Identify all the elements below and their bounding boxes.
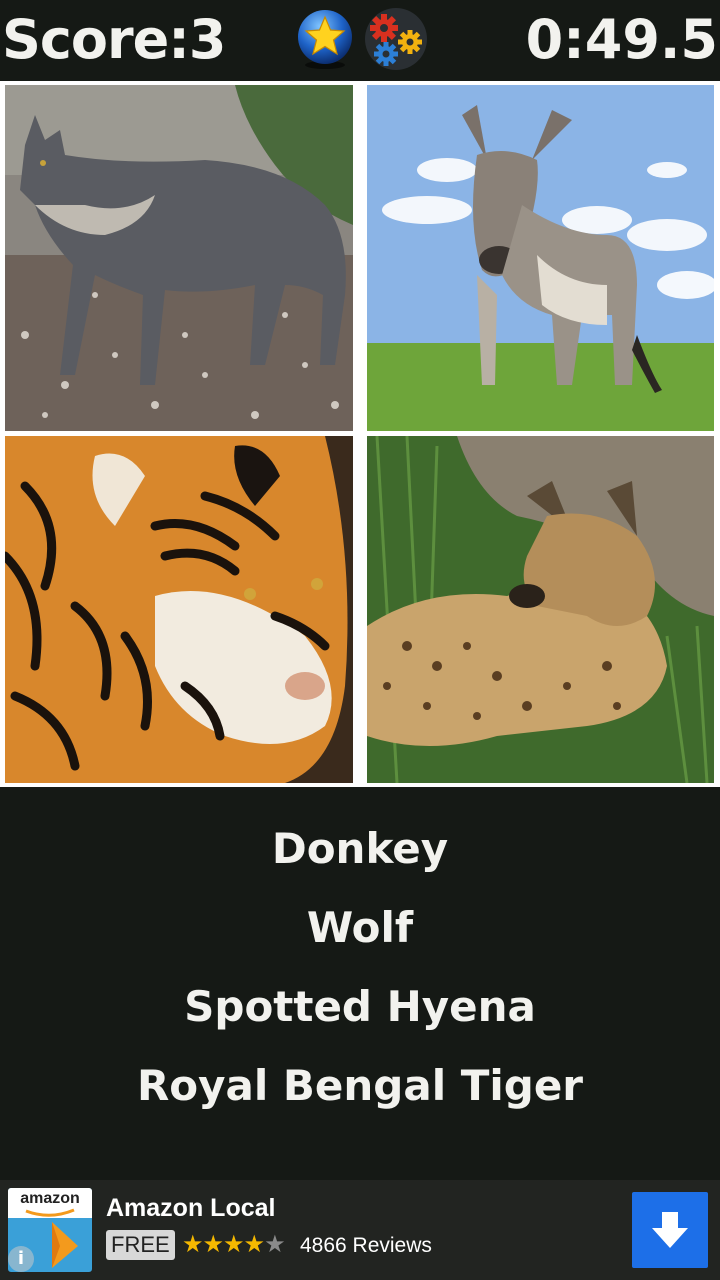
- gears-icon[interactable]: [362, 6, 430, 72]
- star-icon: ★: [223, 1230, 244, 1258]
- top-bar: Score:3 0:49.5: [0, 0, 720, 80]
- ad-title: Amazon Local: [106, 1194, 276, 1222]
- info-icon[interactable]: i: [8, 1246, 34, 1272]
- free-badge: FREE: [106, 1230, 175, 1260]
- donkey-image[interactable]: [367, 85, 714, 431]
- review-count: 4866 Reviews: [300, 1234, 432, 1257]
- score-label: Score:3: [2, 8, 226, 71]
- half-star-icon: ★: [264, 1230, 285, 1258]
- download-arrow-icon: [652, 1212, 688, 1248]
- download-button[interactable]: [632, 1192, 708, 1268]
- answer-option[interactable]: Donkey: [0, 824, 720, 873]
- wolf-image[interactable]: [5, 85, 353, 431]
- star-icon: ★: [202, 1230, 224, 1258]
- ad-banner[interactable]: amazon i Amazon Local FREE ★★★★★ 4866 Re…: [0, 1180, 720, 1280]
- answer-option[interactable]: Royal Bengal Tiger: [0, 1061, 720, 1110]
- tiger-image[interactable]: [5, 436, 353, 783]
- answer-option[interactable]: Spotted Hyena: [0, 982, 720, 1031]
- answer-option[interactable]: Wolf: [0, 903, 720, 952]
- spotted-hyena-image[interactable]: [367, 436, 714, 783]
- star-icon: ★: [243, 1230, 265, 1258]
- star-icon: ★: [182, 1230, 203, 1258]
- answer-list: Donkey Wolf Spotted Hyena Royal Bengal T…: [0, 790, 720, 1180]
- rating-stars: ★★★★★: [182, 1230, 286, 1258]
- star-icon[interactable]: [296, 8, 354, 70]
- timer-label: 0:49.5: [525, 8, 718, 71]
- image-grid: [0, 81, 720, 787]
